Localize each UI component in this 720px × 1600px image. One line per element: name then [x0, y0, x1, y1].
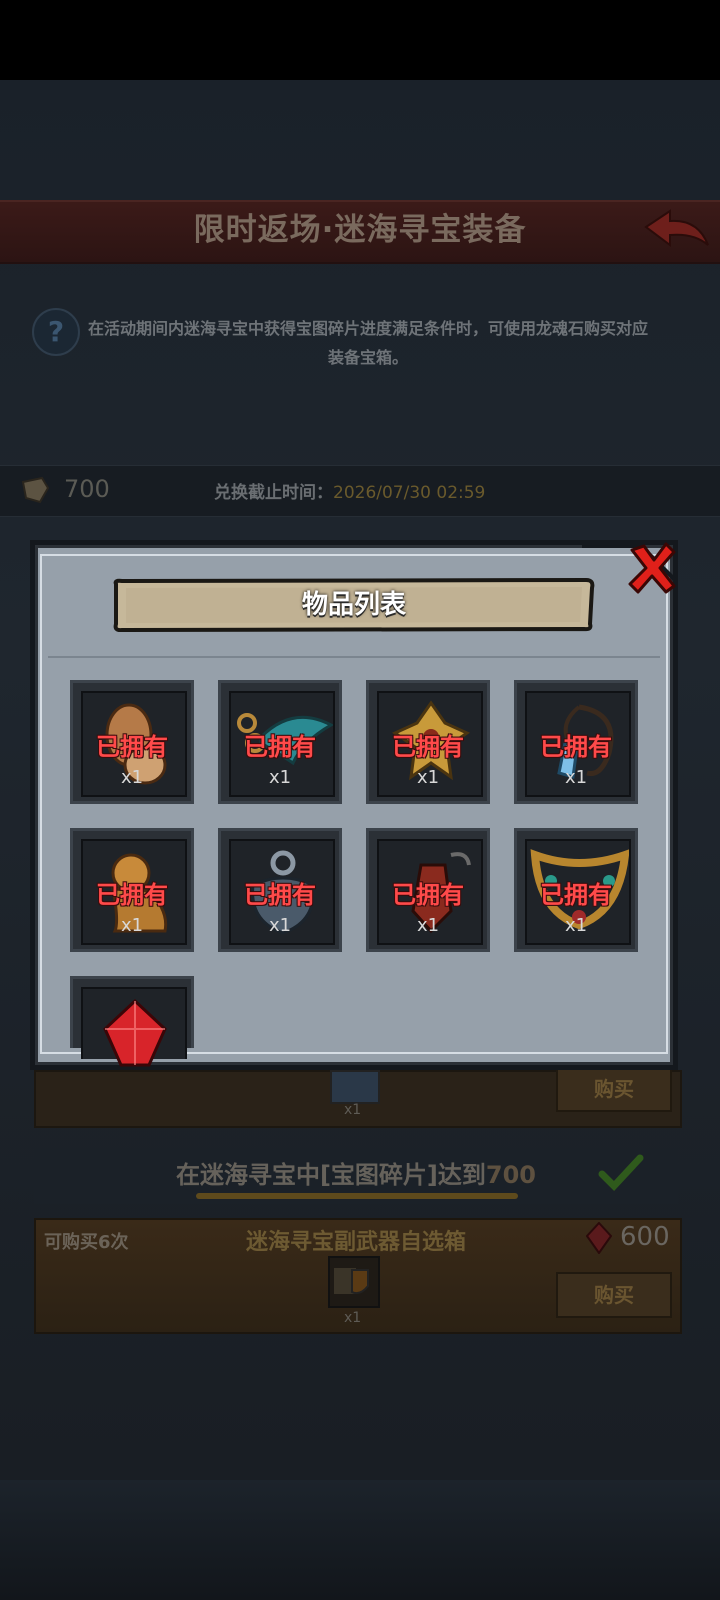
owned-label: 已拥有 [244, 881, 316, 909]
status-bar [0, 0, 720, 80]
help-icon[interactable]: ? [32, 308, 80, 356]
item-slot[interactable] [70, 976, 194, 1067]
item-quantity: x1 [416, 915, 440, 936]
buy-button[interactable]: 购买 [556, 1066, 672, 1112]
offer-price: 600 [620, 1222, 670, 1252]
item-quantity: x1 [564, 915, 588, 936]
condition-text: 在迷海寻宝中[宝图碎片]达到700 [175, 1161, 537, 1189]
weapon-chest-icon [328, 1256, 380, 1308]
item-slot[interactable]: 已拥有 x1 [514, 828, 638, 952]
item-slot[interactable]: 已拥有 x1 [70, 680, 194, 804]
popup-title: 物品列表 [301, 590, 406, 620]
item-slot[interactable]: 已拥有 x1 [218, 680, 342, 804]
item-quantity: x1 [344, 1102, 362, 1118]
item-quantity: x1 [268, 915, 292, 936]
condition-value: 700 [485, 1161, 537, 1189]
item-slot[interactable]: 已拥有 x1 [70, 828, 194, 952]
item-quantity: x1 [416, 767, 440, 788]
chest-icon [330, 1070, 380, 1104]
item-quantity: x1 [268, 767, 292, 788]
help-text: 在活动期间内迷海寻宝中获得宝图碎片进度满足条件时，可使用龙魂石购买对应装备宝箱。 [88, 319, 649, 367]
bottom-strip [0, 1480, 720, 1600]
item-quantity: x1 [120, 915, 144, 936]
red-gem-item-icon [103, 998, 167, 1067]
owned-label: 已拥有 [540, 733, 612, 761]
currency-amount: 700 [64, 475, 110, 503]
deadline-text: 兑换截止时间：2026/07/30 02:59 [214, 483, 486, 503]
owned-label: 已拥有 [244, 733, 316, 761]
check-icon [598, 1154, 644, 1192]
dragon-soul-stone-icon [586, 1222, 612, 1254]
owned-label: 已拥有 [540, 881, 612, 909]
divider [48, 656, 660, 658]
buy-button[interactable]: 购买 [556, 1272, 672, 1318]
offer-name: 迷海寻宝副武器自选箱 [245, 1230, 466, 1255]
condition-progress-bar [196, 1193, 518, 1199]
back-arrow-icon[interactable] [642, 205, 712, 255]
treasure-map-fragment-icon [21, 476, 50, 504]
page-title: 限时返场·迷海寻宝装备 [193, 212, 527, 248]
owned-label: 已拥有 [96, 881, 168, 909]
owned-label: 已拥有 [392, 881, 464, 909]
owned-label: 已拥有 [96, 733, 168, 761]
close-icon[interactable] [624, 540, 680, 596]
item-slot[interactable]: 已拥有 x1 [366, 828, 490, 952]
deadline-value: 2026/07/30 02:59 [333, 483, 486, 503]
owned-label: 已拥有 [392, 733, 464, 761]
item-slot[interactable]: 已拥有 x1 [218, 828, 342, 952]
item-slot[interactable]: 已拥有 x1 [366, 680, 490, 804]
item-quantity: x1 [564, 767, 588, 788]
item-slot[interactable]: 已拥有 x1 [514, 680, 638, 804]
item-quantity: x1 [120, 767, 144, 788]
item-quantity: x1 [344, 1310, 362, 1326]
